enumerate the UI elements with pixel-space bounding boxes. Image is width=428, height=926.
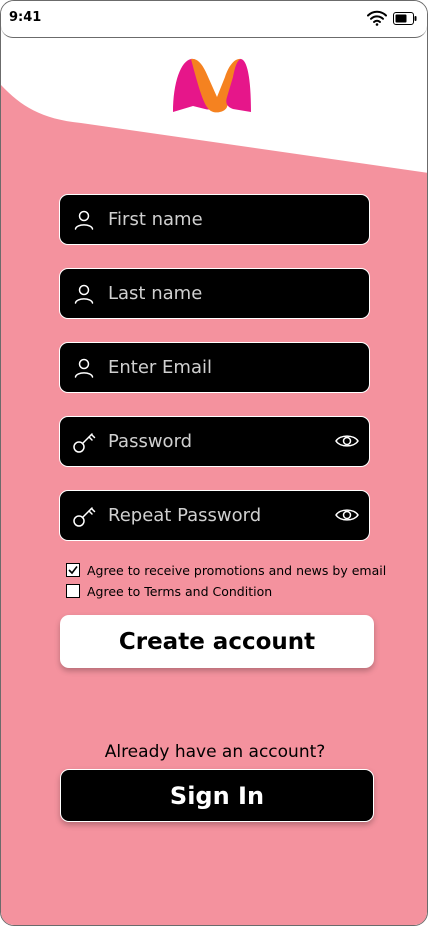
person-icon xyxy=(74,358,94,378)
sign-in-button[interactable]: Sign In xyxy=(60,769,374,822)
repeat-password-input[interactable] xyxy=(108,491,323,540)
wifi-icon xyxy=(367,10,387,26)
already-have-account-text: Already have an account? xyxy=(104,742,326,762)
eye-icon[interactable] xyxy=(335,432,359,450)
status-bar: 9:41 xyxy=(1,1,427,38)
eye-icon[interactable] xyxy=(335,506,359,524)
status-time: 9:41 xyxy=(9,10,42,25)
checkmark-icon xyxy=(68,566,78,575)
battery-icon xyxy=(393,12,417,25)
key-icon xyxy=(73,507,96,527)
person-icon xyxy=(74,210,94,230)
email-input[interactable] xyxy=(108,343,328,392)
promotions-checkbox[interactable] xyxy=(66,563,80,577)
first-name-field[interactable] xyxy=(59,194,370,245)
password-input[interactable] xyxy=(108,417,323,466)
password-field[interactable] xyxy=(59,416,370,467)
repeat-password-field[interactable] xyxy=(59,490,370,541)
email-field[interactable] xyxy=(59,342,370,393)
terms-label: Agree to Terms and Condition xyxy=(87,584,273,599)
first-name-input[interactable] xyxy=(108,195,328,244)
person-icon xyxy=(74,284,94,304)
create-account-button[interactable]: Create account xyxy=(60,615,374,668)
myntra-logo xyxy=(173,58,251,113)
key-icon xyxy=(73,433,96,453)
phone-frame: 9:41 First name Last name Enter Email Ag… xyxy=(0,0,428,926)
promotions-label: Agree to receive promotions and news by … xyxy=(87,563,387,578)
last-name-input[interactable] xyxy=(108,269,328,318)
last-name-field[interactable] xyxy=(59,268,370,319)
terms-checkbox[interactable] xyxy=(66,584,80,598)
